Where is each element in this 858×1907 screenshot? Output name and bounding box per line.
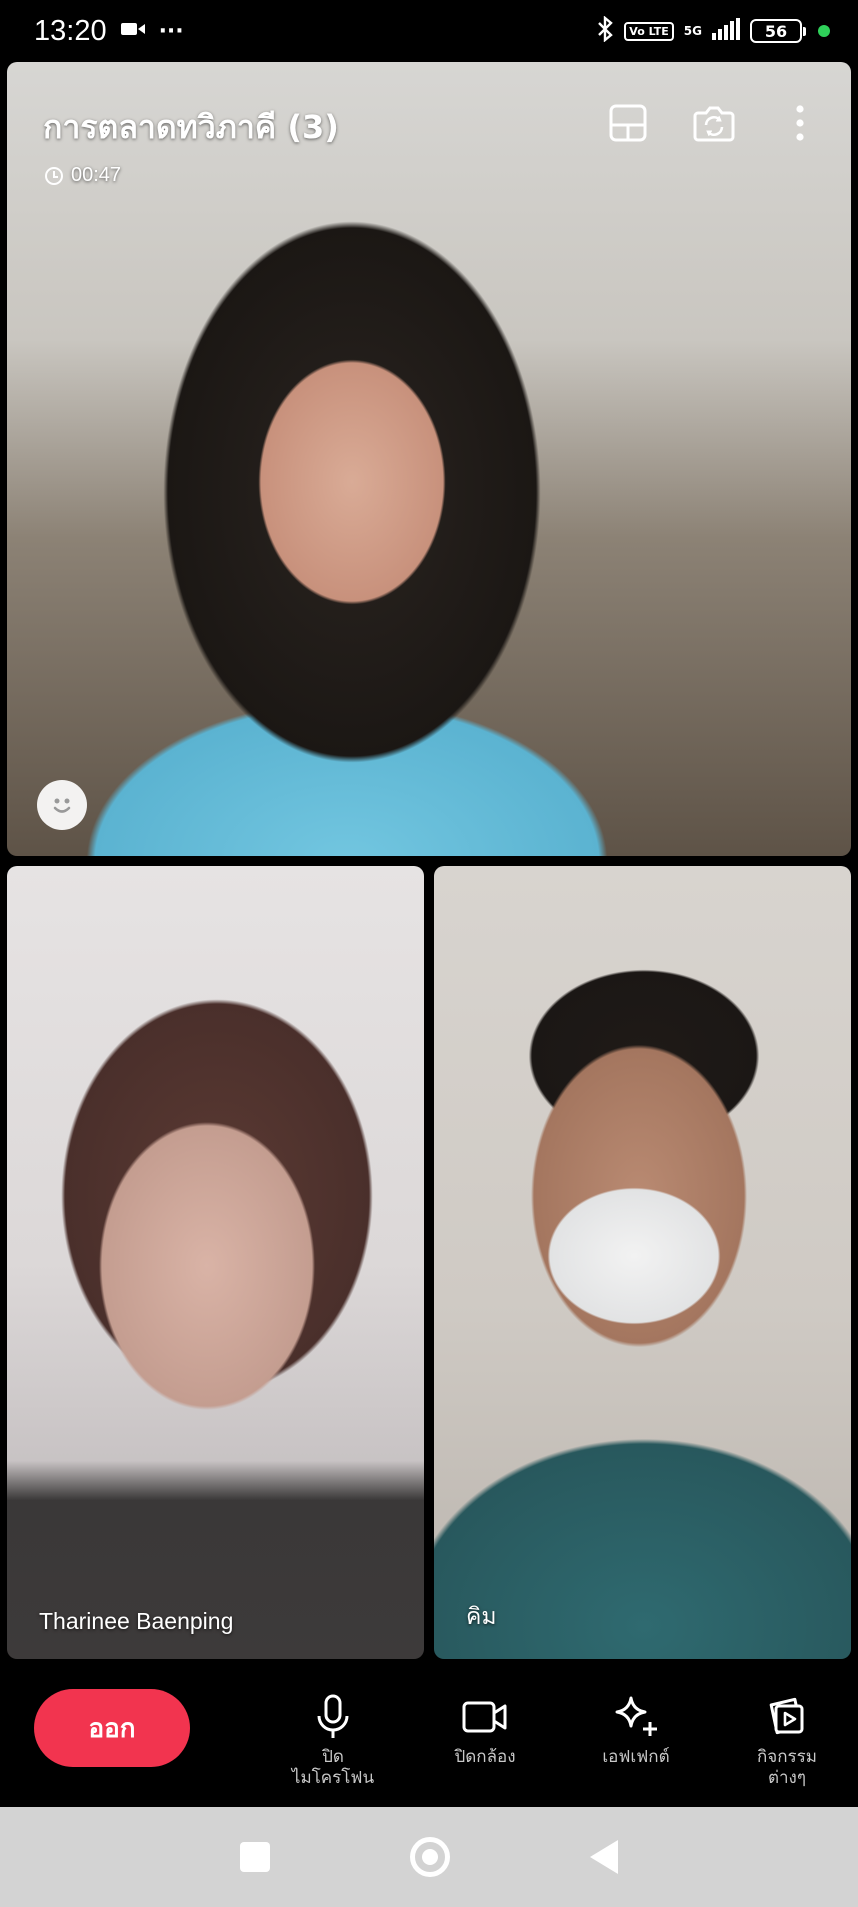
main-video-tile[interactable]: การตลาดทวิภาคี (3) 00:47: [7, 62, 851, 856]
bluetooth-icon: [596, 15, 614, 46]
call-title: การตลาดทวิภาคี (3): [43, 108, 339, 146]
effects-button[interactable]: เอฟเฟกต์: [571, 1693, 701, 1768]
switch-camera-icon: [693, 106, 735, 142]
more-options-button[interactable]: [777, 100, 823, 146]
layout-button[interactable]: [605, 100, 651, 146]
effects-label: เอฟเฟกต์: [602, 1747, 670, 1767]
microphone-toggle[interactable]: ปิด ไมโครโฟน: [268, 1693, 398, 1789]
signal-icon: [712, 18, 740, 44]
status-bar: 13:20 ··· Vo LTE 5G 56: [0, 0, 858, 62]
switch-camera-button[interactable]: [691, 100, 737, 146]
battery-level: 56: [764, 21, 788, 41]
leave-call-button[interactable]: ออก: [34, 1689, 190, 1767]
microphone-icon: [309, 1693, 357, 1741]
participant-name: คิม: [466, 1603, 497, 1629]
call-toolbar: ออก ปิด ไมโครโฟน ปิดกล้อง เอฟเฟกต์ กิจกร…: [0, 1665, 858, 1807]
emoji-icon: [53, 798, 71, 813]
volte-badge: Vo LTE: [624, 21, 674, 41]
microphone-label: ปิด ไมโครโฟน: [291, 1747, 375, 1788]
activities-button[interactable]: กิจกรรม ต่างๆ: [722, 1693, 852, 1789]
more-vertical-icon: [796, 105, 804, 141]
sparkle-icon: [612, 1693, 660, 1741]
camera-toggle[interactable]: ปิดกล้อง: [420, 1693, 550, 1768]
back-button[interactable]: [590, 1840, 618, 1874]
recent-apps-button[interactable]: [240, 1842, 270, 1872]
privacy-indicator: [818, 25, 830, 37]
status-time: 13:20: [34, 14, 107, 47]
layout-icon: [609, 104, 647, 142]
clock-icon: [45, 166, 63, 185]
home-button[interactable]: [410, 1837, 450, 1877]
activities-icon: [763, 1693, 811, 1741]
top-actions: [605, 100, 823, 146]
call-duration: 00:47: [71, 164, 122, 186]
camera-label: ปิดกล้อง: [454, 1747, 516, 1767]
camera-icon: [461, 1693, 509, 1741]
participant-tile[interactable]: Tharinee Baenping: [7, 866, 424, 1659]
call-timer: 00:47: [45, 164, 121, 187]
network-type: 5G: [683, 24, 702, 38]
battery-icon: 56: [750, 19, 806, 43]
video-camera-icon: [120, 21, 145, 41]
activities-label: กิจกรรม ต่างๆ: [756, 1747, 817, 1788]
reactions-button[interactable]: [37, 780, 87, 830]
participant-tile[interactable]: คิม: [434, 866, 851, 1659]
more-notifications: ···: [158, 18, 184, 44]
participant-name: Tharinee Baenping: [39, 1608, 234, 1634]
system-nav-bar: [0, 1807, 858, 1907]
